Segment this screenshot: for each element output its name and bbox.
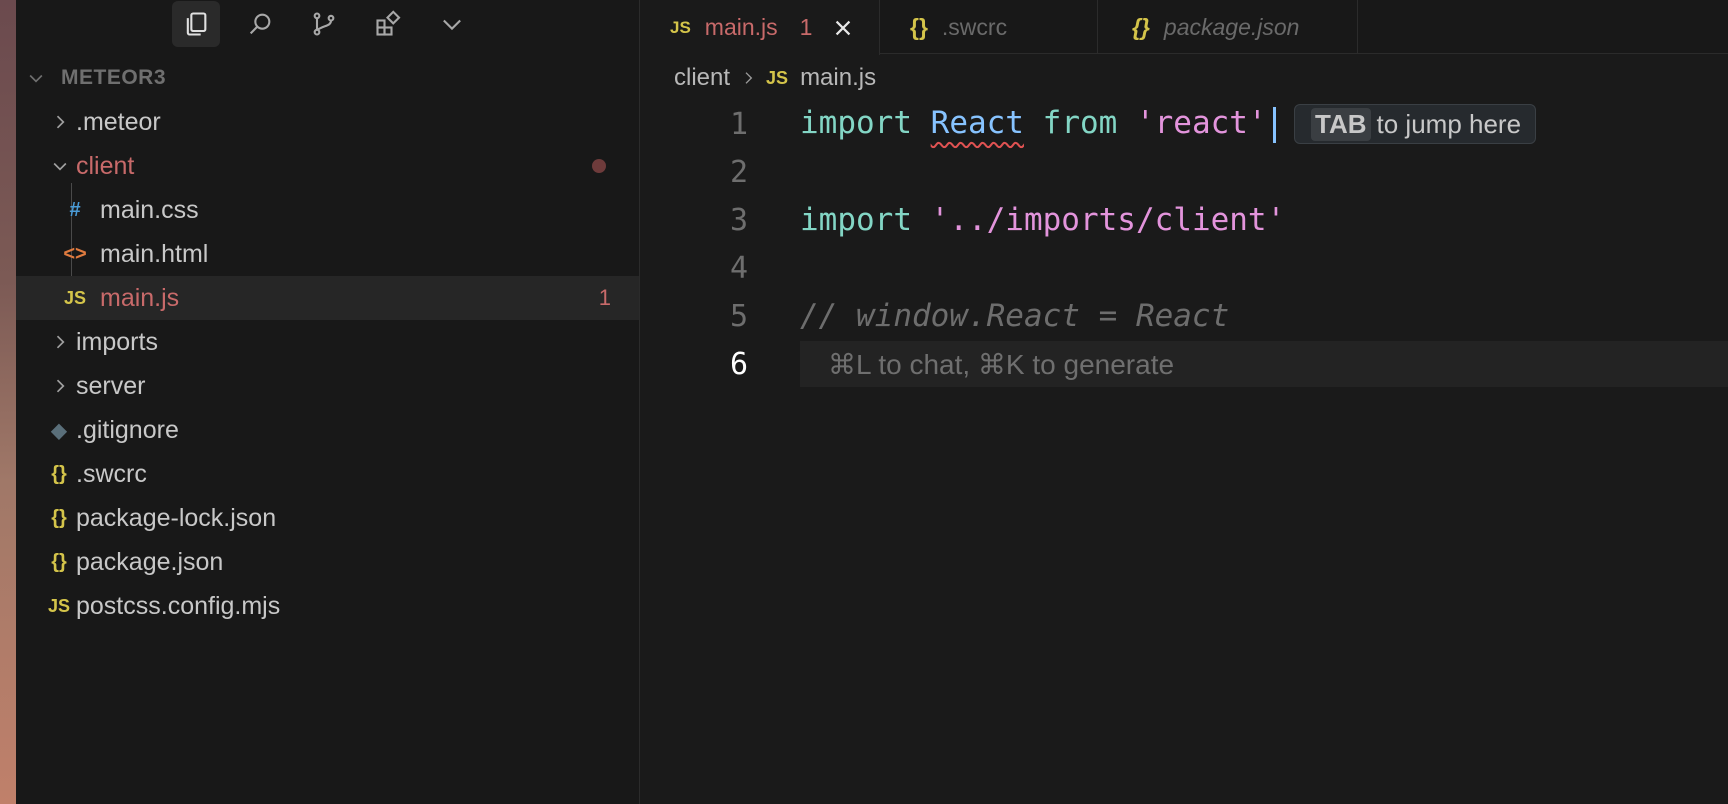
tree-item-postcss-config[interactable]: JS postcss.config.mjs xyxy=(16,584,639,628)
tree-item-label: package.json xyxy=(76,547,224,576)
json-file-icon: {} xyxy=(51,550,67,573)
tab-bar: JS main.js 1 {} .swcrc {} package.json xyxy=(640,0,1728,55)
tab-key: TAB xyxy=(1311,107,1371,141)
chevron-right-icon xyxy=(56,379,65,393)
tree-item-label: imports xyxy=(76,327,158,356)
code-line: 2 xyxy=(640,148,1728,196)
explorer-icon[interactable] xyxy=(172,1,220,47)
extensions-icon[interactable] xyxy=(364,1,412,47)
tree-item-swcrc[interactable]: {} .swcrc xyxy=(16,452,639,496)
tree-item-package-lock[interactable]: {} package-lock.json xyxy=(16,496,639,540)
tree-item-main-css[interactable]: # main.css xyxy=(16,188,639,232)
line-number: 4 xyxy=(729,250,748,286)
tree-item-gitignore[interactable]: ◆ .gitignore xyxy=(16,408,639,452)
modified-dot xyxy=(592,159,606,173)
line-number: 3 xyxy=(729,202,748,238)
code-line: 1 import React from 'react' TAB to jump … xyxy=(640,100,1728,148)
tree-item-label: server xyxy=(76,371,146,400)
js-file-icon: JS xyxy=(670,17,691,37)
code-line: 4 xyxy=(640,244,1728,292)
tree-item-label: .gitignore xyxy=(76,415,179,444)
tab-label: .swcrc xyxy=(941,13,1008,40)
html-file-icon: <> xyxy=(63,242,87,265)
chevron-down-icon xyxy=(53,162,67,171)
breadcrumb-folder[interactable]: client xyxy=(674,64,730,92)
tab-label: package.json xyxy=(1163,13,1300,40)
tree-item-main-html[interactable]: <> main.html xyxy=(16,232,639,276)
tree-item-imports[interactable]: imports xyxy=(16,320,639,364)
tree-item-label: main.js xyxy=(100,283,180,312)
json-file-icon: {} xyxy=(910,13,928,40)
tree-item-label: client xyxy=(76,151,135,180)
js-file-icon: JS xyxy=(766,67,789,88)
tree-item-client[interactable]: client xyxy=(16,144,639,188)
keyword: from xyxy=(1042,105,1118,142)
json-file-icon: {} xyxy=(1132,13,1150,40)
editor: JS main.js 1 {} .swcrc {} package.json c… xyxy=(640,0,1728,804)
close-icon[interactable] xyxy=(832,17,854,39)
code-line: 5 // window.React = React xyxy=(640,292,1728,340)
breadcrumb: client JS main.js xyxy=(674,60,876,96)
chevron-down-icon[interactable] xyxy=(428,1,476,47)
tree-item-meteor[interactable]: .meteor xyxy=(16,100,639,144)
tree-item-label: package-lock.json xyxy=(76,503,277,532)
tab-problem-count: 1 xyxy=(799,14,813,40)
desktop-edge xyxy=(0,0,16,804)
problem-count: 1 xyxy=(598,285,611,310)
tree-item-label: main.html xyxy=(100,239,209,268)
tree-item-package-json[interactable]: {} package.json xyxy=(16,540,639,584)
code-text: import '../imports/client' xyxy=(800,202,1285,238)
comment: // window.React = React xyxy=(800,298,1230,334)
chevron-right-icon xyxy=(745,72,753,84)
line-number: 6 xyxy=(729,346,748,382)
tree-item-label: .meteor xyxy=(76,107,161,136)
ai-prompt-hint[interactable]: ⌘L to chat, ⌘K to generate xyxy=(800,341,1728,387)
keyword: import xyxy=(800,105,912,142)
search-icon[interactable] xyxy=(236,1,284,47)
json-file-icon: {} xyxy=(51,506,67,529)
source-control-icon[interactable] xyxy=(300,1,348,47)
code-area[interactable]: 1 import React from 'react' TAB to jump … xyxy=(640,100,1728,388)
line-number: 1 xyxy=(729,106,748,142)
sidebar: METEOR3 .meteor client # main.css <> mai… xyxy=(16,0,640,804)
keyword: import xyxy=(800,202,912,238)
workspace-header[interactable]: METEOR3 xyxy=(16,62,639,94)
code-line: 6 ⌘L to chat, ⌘K to generate xyxy=(640,340,1728,388)
tab-main-js[interactable]: JS main.js 1 xyxy=(640,0,880,55)
line-number: 2 xyxy=(729,154,748,190)
string: '../imports/client' xyxy=(930,202,1286,238)
tree-item-server[interactable]: server xyxy=(16,364,639,408)
tree-item-label: main.css xyxy=(100,195,199,224)
file-tree: .meteor client # main.css <> main.html J… xyxy=(16,100,639,628)
activity-bar xyxy=(172,0,492,48)
chevron-right-icon xyxy=(56,115,65,129)
identifier: React xyxy=(930,105,1024,142)
code-line: 3 import '../imports/client' xyxy=(640,196,1728,244)
tab-swcrc[interactable]: {} .swcrc xyxy=(880,0,1098,54)
code-text: import React from 'react' xyxy=(800,105,1276,143)
string: 'react' xyxy=(1135,105,1267,142)
js-file-icon: JS xyxy=(47,595,71,616)
css-file-icon: # xyxy=(69,198,81,221)
tree-item-label: .swcrc xyxy=(76,459,147,488)
json-file-icon: {} xyxy=(51,462,67,485)
git-file-icon: ◆ xyxy=(51,419,67,442)
line-number: 5 xyxy=(729,298,748,334)
tab-jump-hint: TAB to jump here xyxy=(1294,104,1537,144)
cursor xyxy=(1272,106,1276,143)
tab-label: main.js xyxy=(704,14,778,40)
js-file-icon: JS xyxy=(63,287,87,308)
breadcrumb-file[interactable]: main.js xyxy=(800,64,876,92)
tab-package-json[interactable]: {} package.json xyxy=(1098,0,1358,54)
hint-text: to jump here xyxy=(1376,108,1522,139)
tree-item-main-js[interactable]: JS main.js 1 xyxy=(16,276,639,320)
workspace-name: METEOR3 xyxy=(61,66,167,89)
chevron-down-icon xyxy=(29,74,43,83)
tree-item-label: postcss.config.mjs xyxy=(76,591,281,620)
chevron-right-icon xyxy=(56,335,65,349)
